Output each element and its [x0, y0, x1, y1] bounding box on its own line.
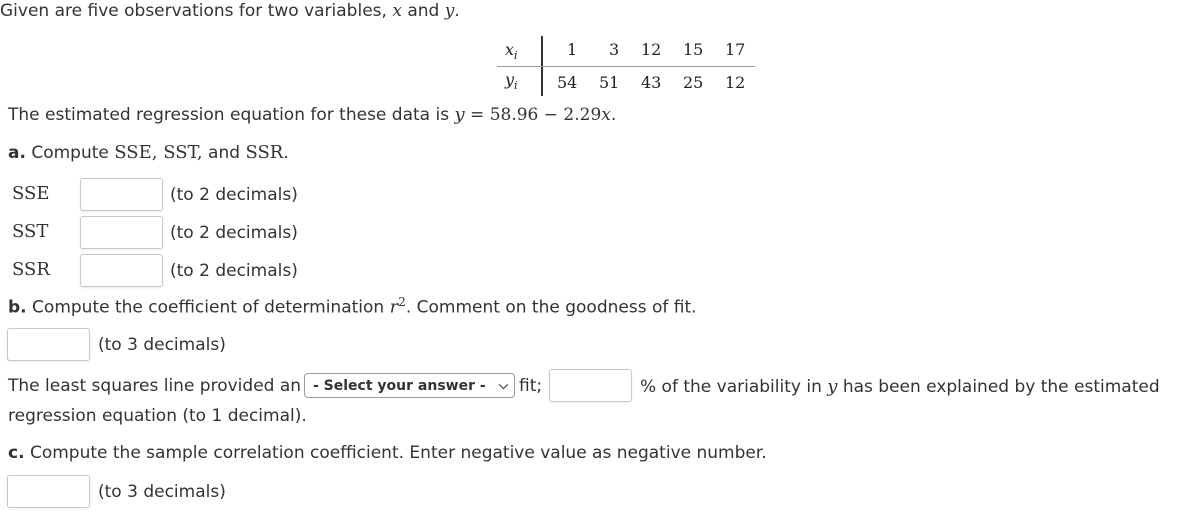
table-horizontal-rule [497, 66, 755, 67]
percent-text2: has been explained by the estimated [837, 377, 1160, 397]
y-value: 51 [599, 73, 620, 92]
var-x: x [392, 1, 402, 21]
percent-text: % of the variability in [640, 377, 828, 397]
ssr-label: SSR [12, 259, 50, 280]
y-value: 12 [725, 73, 746, 92]
regression-text: The estimated regression equation for th… [8, 105, 455, 125]
y-value: 43 [641, 73, 662, 92]
x-value: 1 [567, 40, 578, 59]
part-b-label: b. [8, 297, 27, 318]
part-a-terms: SSE, SST, [114, 142, 203, 163]
part-c-heading: c. Compute the sample correlation coeffi… [8, 443, 767, 463]
chevron-down-icon: ⌵ [498, 378, 508, 392]
r-squared-hint: (to 3 decimals) [98, 335, 226, 355]
sst-input[interactable] [80, 216, 163, 249]
regression-rhs: = 58.96 − 2.29 [464, 105, 602, 125]
r-squared-input[interactable] [7, 328, 90, 361]
part-b-heading: b. Compute the coefficient of determinat… [8, 295, 697, 318]
part-a-label: a. [8, 143, 26, 163]
ssr-input[interactable] [80, 254, 163, 287]
x-label: x [505, 40, 515, 59]
x-value: 17 [725, 40, 746, 59]
part-a-and: and [202, 143, 246, 163]
sse-hint: (to 2 decimals) [170, 185, 298, 205]
intro-text: Given are five observations for two vari… [0, 1, 460, 21]
var-y: y [444, 1, 455, 21]
fit-sentence-line2: regression equation (to 1 decimal). [8, 406, 307, 426]
x-value: 15 [683, 40, 704, 59]
percent-input[interactable] [549, 369, 632, 402]
ssr-hint: (to 2 decimals) [170, 261, 298, 281]
regression-equation: The estimated regression equation for th… [8, 104, 616, 125]
part-b-text2: . Comment on the goodness of fit. [405, 297, 697, 318]
x-value: 12 [641, 40, 662, 59]
x-row-header: xi [505, 40, 518, 62]
sst-label: SST [12, 221, 49, 242]
fit-sentence-start: The least squares line provided an [8, 376, 302, 396]
y-value: 25 [683, 73, 704, 92]
r-superscript: 2 [398, 295, 406, 309]
select-value: - Select your answer - [313, 377, 486, 394]
part-c-label: c. [8, 443, 25, 463]
sst-hint: (to 2 decimals) [170, 223, 298, 243]
percent-var-y: y [827, 376, 838, 397]
intro-sentence: Given are five observations for two vari… [0, 1, 393, 21]
part-c-text: Compute the sample correlation coefficie… [24, 443, 767, 463]
data-table: xi yi 1 3 12 15 17 54 51 43 25 12 [497, 36, 755, 96]
part-b-text: Compute the coefficient of determination [26, 297, 390, 318]
part-a-last: SSR [245, 142, 284, 163]
intro-end: . [454, 1, 460, 21]
regression-end: . [610, 105, 617, 125]
y-label: y [505, 70, 515, 89]
fit-text: fit; [519, 376, 543, 396]
percent-sentence: % of the variability in y has been expla… [640, 376, 1160, 397]
y-value: 54 [557, 73, 578, 92]
correlation-hint: (to 3 decimals) [98, 482, 226, 502]
x-value: 3 [609, 40, 620, 59]
r-symbol: r [389, 296, 399, 318]
part-a-heading: a. Compute SSE, SST, and SSR. [8, 142, 289, 163]
part-a-text: Compute [25, 143, 115, 163]
sse-label: SSE [12, 183, 50, 204]
sse-input[interactable] [80, 178, 163, 211]
regression-lhs: y [454, 104, 465, 125]
regression-var: x [601, 105, 611, 125]
part-a-end: . [283, 143, 289, 163]
correlation-input[interactable] [7, 475, 90, 508]
y-row-header: yi [505, 70, 518, 92]
y-sub: i [514, 79, 518, 93]
x-sub: i [514, 49, 518, 63]
fit-quality-select[interactable]: - Select your answer - ⌵ [304, 373, 515, 398]
intro-and: and [401, 1, 445, 21]
